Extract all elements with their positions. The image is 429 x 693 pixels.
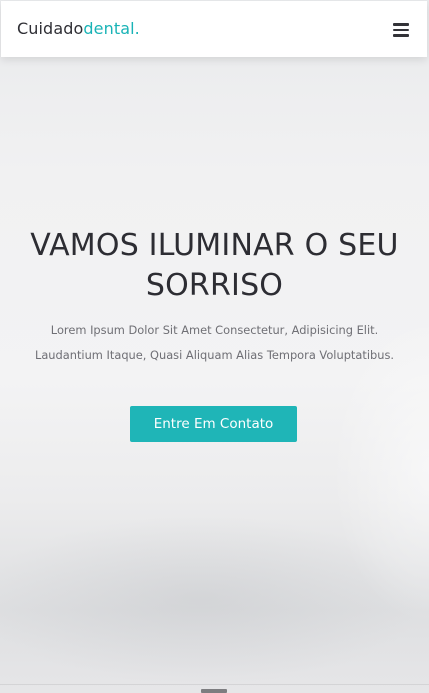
site-logo[interactable]: Cuidadodental. [17,19,140,39]
menu-bar-top [393,23,409,26]
logo-accent-text: dental. [83,19,140,38]
menu-bar-bottom [393,34,409,37]
landing-page: Cuidadodental. VAMOS ILUMINAR O SEU SORR… [0,0,429,693]
section-divider [0,684,429,685]
scroll-indicator[interactable] [201,689,227,693]
menu-bar-middle [393,28,409,32]
site-header: Cuidadodental. [1,1,427,57]
contact-button[interactable]: Entre Em Contato [130,406,297,442]
hero-description: Lorem Ipsum Dolor Sit Amet Consectetur, … [34,323,395,362]
hero-title: VAMOS ILUMINAR O SEU SORRISO [30,228,399,303]
hamburger-menu-icon[interactable] [391,21,411,39]
logo-primary-text: Cuidado [17,19,84,38]
